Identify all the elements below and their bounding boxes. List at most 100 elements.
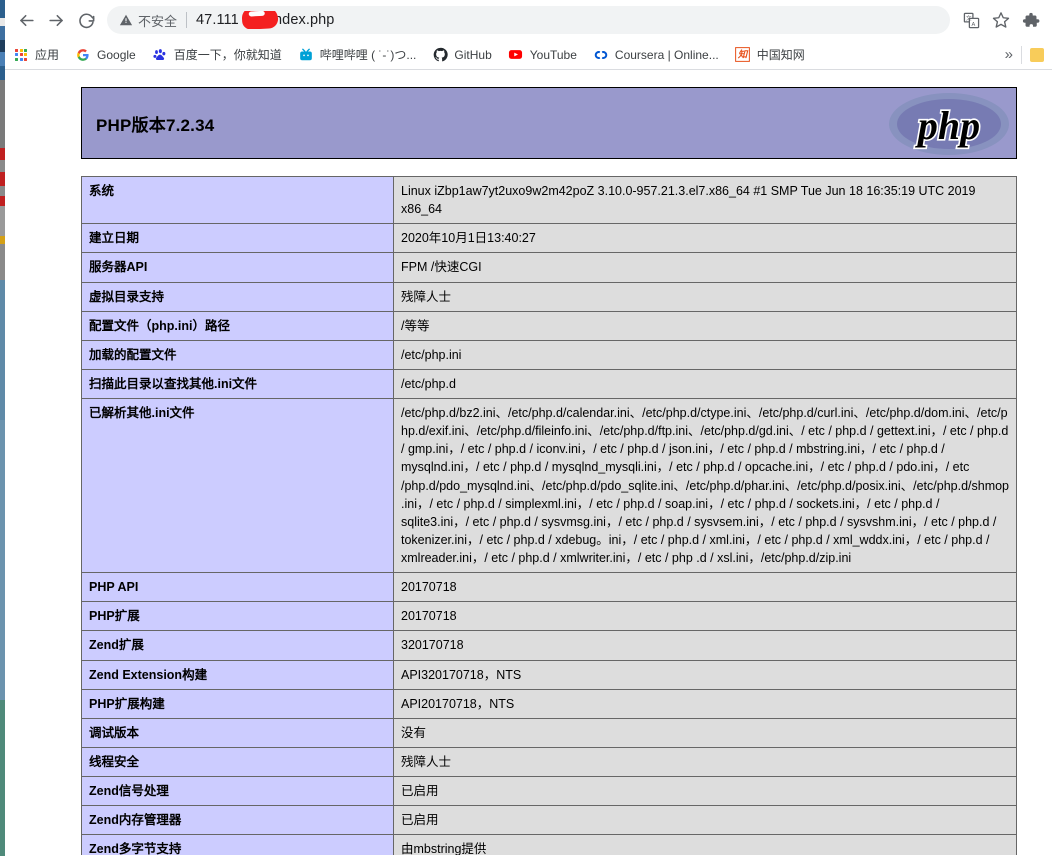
phpinfo-table: 系统Linux iZbp1aw7yt2uxo9w2m42poZ 3.10.0-9…: [81, 176, 1017, 855]
bookmark-apps[interactable]: 应用: [13, 47, 59, 63]
table-row: Zend内存管理器已启用: [82, 806, 1017, 835]
row-key: 加载的配置文件: [82, 340, 394, 369]
row-key: 扫描此目录以查找其他.ini文件: [82, 369, 394, 398]
cnki-zhi-icon: 知: [735, 47, 751, 63]
row-key: 线程安全: [82, 747, 394, 776]
bookmark-youtube[interactable]: YouTube: [508, 47, 577, 63]
page-content: PHP版本7.2.34 php 系统Linux iZbp1aw7yt2uxo9w…: [5, 70, 1052, 855]
row-value: API20170718，NTS: [394, 689, 1017, 718]
bookmark-coursera[interactable]: Coursera | Online...: [593, 47, 719, 63]
forward-button[interactable]: [41, 5, 71, 35]
row-value: 残障人士: [394, 282, 1017, 311]
table-row: 已解析其他.ini文件/etc/php.d/bz2.ini、/etc/php.d…: [82, 399, 1017, 573]
row-value: 由mbstring提供: [394, 835, 1017, 855]
table-row: 配置文件（php.ini）路径/等等: [82, 311, 1017, 340]
row-value: 20170718: [394, 573, 1017, 602]
row-key: 已解析其他.ini文件: [82, 399, 394, 573]
browser-toolbar: 不安全 47.111XX7/index.php 文 A: [5, 0, 1052, 40]
address-bar[interactable]: 不安全 47.111XX7/index.php: [107, 6, 950, 34]
row-value: 已启用: [394, 806, 1017, 835]
table-row: Zend扩展320170718: [82, 631, 1017, 660]
row-key: 建立日期: [82, 224, 394, 253]
apps-grid-icon: [13, 47, 29, 63]
row-value: 残障人士: [394, 747, 1017, 776]
google-g-icon: [75, 47, 91, 63]
table-row: 扫描此目录以查找其他.ini文件/etc/php.d: [82, 369, 1017, 398]
bookmark-cnki[interactable]: 知 中国知网: [735, 47, 805, 63]
row-key: Zend信号处理: [82, 777, 394, 806]
table-row: 虚拟目录支持残障人士: [82, 282, 1017, 311]
table-row: 调试版本没有: [82, 718, 1017, 747]
row-key: PHP扩展构建: [82, 689, 394, 718]
table-row: 加载的配置文件/etc/php.ini: [82, 340, 1017, 369]
row-value: Linux iZbp1aw7yt2uxo9w2m42poZ 3.10.0-957…: [394, 177, 1017, 224]
bookmark-label: Google: [97, 47, 136, 63]
bookmarks-divider: [1021, 46, 1022, 64]
extensions-puzzle-icon[interactable]: [1016, 5, 1046, 35]
bookmarks-bar: 应用 Google 百度一下，你就知道: [5, 40, 1052, 70]
translate-icon[interactable]: 文 A: [956, 5, 986, 35]
chrome-browser-window: 不安全 47.111XX7/index.php 文 A: [5, 0, 1052, 856]
row-value: 没有: [394, 718, 1017, 747]
bookmark-github[interactable]: GitHub: [432, 47, 491, 63]
bookmark-label: 百度一下，你就知道: [174, 47, 282, 63]
phpinfo-header: PHP版本7.2.34 php: [81, 87, 1017, 159]
warning-triangle-icon: [119, 13, 133, 27]
bookmarks-overflow-button[interactable]: »: [997, 46, 1021, 63]
omnibox-divider: [186, 12, 187, 28]
row-value: /etc/php.d: [394, 369, 1017, 398]
table-row: PHP扩展20170718: [82, 602, 1017, 631]
row-value: 320170718: [394, 631, 1017, 660]
row-key: PHP扩展: [82, 602, 394, 631]
row-key: Zend Extension构建: [82, 660, 394, 689]
bookmark-star-icon[interactable]: [986, 5, 1016, 35]
row-value: FPM /快速CGI: [394, 253, 1017, 282]
row-value: /etc/php.d/bz2.ini、/etc/php.d/calendar.i…: [394, 399, 1017, 573]
svg-text:知: 知: [737, 49, 749, 60]
table-row: 建立日期2020年10月1日13:40:27: [82, 224, 1017, 253]
row-key: 配置文件（php.ini）路径: [82, 311, 394, 340]
url-wrapper: 47.111XX7/index.php: [196, 11, 938, 29]
row-value: /等等: [394, 311, 1017, 340]
row-value: 2020年10月1日13:40:27: [394, 224, 1017, 253]
baidu-paw-icon: [152, 47, 168, 63]
table-row: PHP API20170718: [82, 573, 1017, 602]
reload-button[interactable]: [71, 5, 101, 35]
row-key: Zend扩展: [82, 631, 394, 660]
row-key: Zend多字节支持: [82, 835, 394, 855]
row-value: /etc/php.ini: [394, 340, 1017, 369]
table-row: PHP扩展构建API20170718，NTS: [82, 689, 1017, 718]
youtube-play-icon: [508, 47, 524, 63]
table-row: 系统Linux iZbp1aw7yt2uxo9w2m42poZ 3.10.0-9…: [82, 177, 1017, 224]
bookmark-bilibili[interactable]: 哔哩哔哩 ( ˙-˙)つ...: [298, 47, 417, 63]
table-row: 线程安全残障人士: [82, 747, 1017, 776]
row-value: API320170718，NTS: [394, 660, 1017, 689]
github-cat-icon: [432, 47, 448, 63]
phpinfo-table-body: 系统Linux iZbp1aw7yt2uxo9w2m42poZ 3.10.0-9…: [82, 177, 1017, 856]
bookmark-label: 中国知网: [757, 47, 805, 63]
bilibili-tv-icon: [298, 47, 314, 63]
bookmark-folder-icon[interactable]: [1030, 48, 1044, 62]
svg-text:A: A: [971, 22, 975, 28]
bookmark-label: YouTube: [530, 47, 577, 63]
svg-text:文: 文: [965, 14, 971, 22]
bookmark-label: Coursera | Online...: [615, 47, 719, 63]
phpinfo-container: PHP版本7.2.34 php 系统Linux iZbp1aw7yt2uxo9w…: [81, 87, 1017, 855]
table-row: Zend信号处理已启用: [82, 777, 1017, 806]
row-value: 20170718: [394, 602, 1017, 631]
row-key: 服务器API: [82, 253, 394, 282]
row-key: 虚拟目录支持: [82, 282, 394, 311]
bookmark-label: 哔哩哔哩 ( ˙-˙)つ...: [320, 47, 417, 63]
bookmark-baidu[interactable]: 百度一下，你就知道: [152, 47, 282, 63]
row-key: 调试版本: [82, 718, 394, 747]
coursera-c-icon: [593, 47, 609, 63]
redaction-mark: [241, 11, 278, 29]
svg-text:php: php: [915, 103, 980, 148]
row-key: 系统: [82, 177, 394, 224]
row-key: Zend内存管理器: [82, 806, 394, 835]
bookmark-label: GitHub: [454, 47, 491, 63]
bookmark-label: 应用: [35, 47, 59, 63]
bookmark-google[interactable]: Google: [75, 47, 136, 63]
back-button[interactable]: [11, 5, 41, 35]
php-version-title: PHP版本7.2.34: [82, 111, 214, 136]
